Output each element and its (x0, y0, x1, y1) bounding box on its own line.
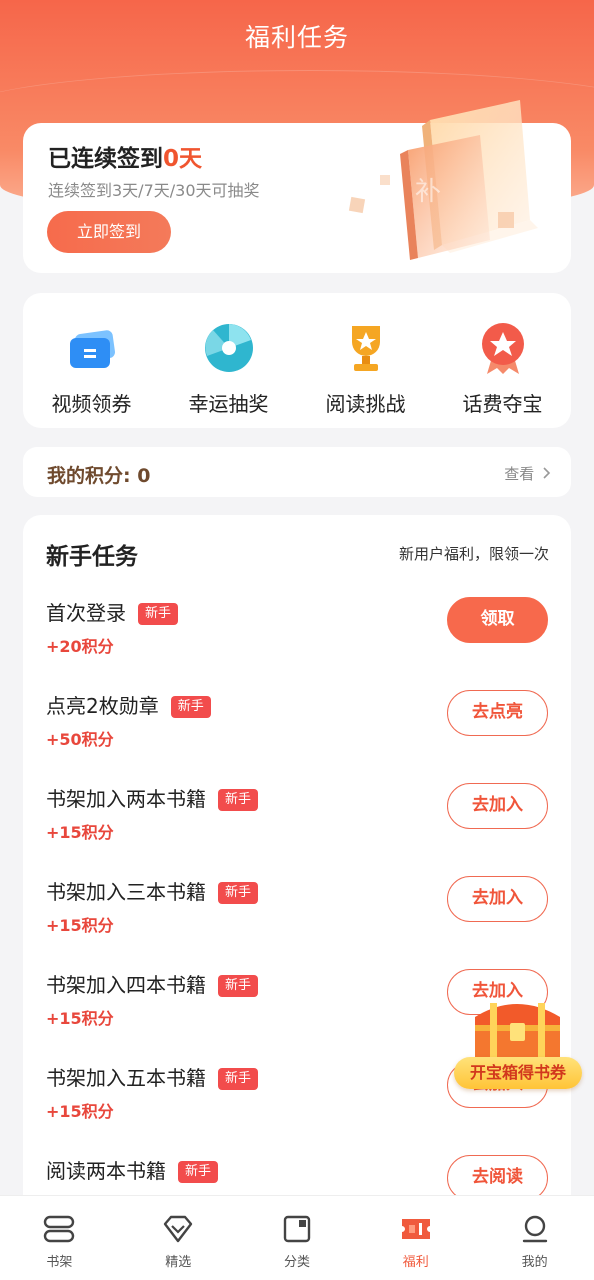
task-points: +50积分 (46, 730, 114, 749)
go-add-button[interactable]: 去加入 (447, 876, 548, 922)
points-card[interactable]: 我的积分: 0 查看 (23, 447, 571, 497)
task-points: +15积分 (46, 1102, 114, 1121)
points-view-label: 查看 (504, 465, 535, 483)
lottery-disc-icon (199, 318, 259, 378)
entry-label: 阅读挑战 (325, 392, 406, 416)
tab-label: 我的 (521, 1255, 548, 1270)
task-row: 书架加入两本书籍 新手 +15积分 去加入 (23, 783, 571, 873)
newbie-badge: 新手 (218, 882, 259, 904)
task-name: 首次登录 新手 (46, 597, 179, 626)
task-points: +20积分 (46, 637, 114, 656)
book-illustration: 补 (348, 100, 538, 260)
tasks-note: 新用户福利，限领一次 (398, 545, 549, 563)
welfare-ticket-icon (401, 1219, 430, 1239)
task-name: 书架加入五本书籍 新手 (46, 1062, 259, 1091)
entry-video-coupon[interactable]: 视频领券 (23, 318, 160, 417)
task-title: 书架加入三本书籍 (46, 880, 206, 904)
newbie-badge: 新手 (218, 789, 259, 811)
task-title: 书架加入五本书籍 (46, 1066, 206, 1090)
task-title: 阅读两本书籍 (46, 1159, 166, 1183)
chest-label: 开宝箱得书券 (454, 1057, 582, 1089)
entry-phone-credit-treasure[interactable]: 话费夺宝 (434, 318, 571, 417)
checkin-button[interactable]: 立即签到 (47, 211, 171, 253)
treasure-chest-widget[interactable]: 开宝箱得书券 (450, 995, 585, 1095)
tab-label: 书架 (46, 1255, 73, 1270)
entry-label: 幸运抽奖 (188, 392, 269, 416)
task-row: 点亮2枚勋章 新手 +50积分 去点亮 (23, 690, 571, 780)
checkin-subtitle: 连续签到3天/7天/30天可抽奖 (48, 181, 260, 200)
task-title: 书架加入两本书籍 (46, 787, 206, 811)
bottom-tab-bar: 书架 精选 分类 福利 我的 (0, 1195, 594, 1280)
tab-label: 精选 (165, 1255, 192, 1270)
task-name: 书架加入两本书籍 新手 (46, 783, 259, 812)
entry-label: 话费夺宝 (462, 392, 543, 416)
checkin-days: 0天 (163, 146, 203, 172)
task-title: 书架加入四本书籍 (46, 973, 206, 997)
entry-label: 视频领券 (51, 392, 132, 416)
newbie-badge: 新手 (178, 1161, 219, 1183)
newbie-badge: 新手 (138, 603, 179, 625)
tab-featured[interactable]: 精选 (119, 1196, 238, 1280)
trophy-icon (336, 318, 396, 378)
tab-bookshelf[interactable]: 书架 (0, 1196, 119, 1280)
task-name: 书架加入四本书籍 新手 (46, 969, 259, 998)
task-points: +15积分 (46, 823, 114, 842)
tasks-title: 新手任务 (46, 544, 138, 570)
tab-label: 分类 (283, 1255, 310, 1270)
checkin-title-prefix: 已连续签到 (48, 146, 163, 172)
points-view-link[interactable]: 查看 (504, 463, 551, 484)
task-name: 阅读两本书籍 新手 (46, 1155, 219, 1184)
book-char: 补 (415, 177, 441, 207)
bookshelf-icon (44, 1215, 75, 1243)
ticket-icon (62, 318, 122, 378)
tab-welfare[interactable]: 福利 (356, 1196, 475, 1280)
medal-icon (473, 318, 533, 378)
light-up-button[interactable]: 去点亮 (447, 690, 548, 736)
task-title: 首次登录 (46, 601, 126, 625)
profile-icon (522, 1215, 547, 1243)
entry-lucky-draw[interactable]: 幸运抽奖 (160, 318, 297, 417)
chevron-right-icon (543, 465, 551, 483)
task-row: 首次登录 新手 +20积分 领取 (23, 597, 571, 687)
task-name: 点亮2枚勋章 新手 (46, 690, 211, 719)
newbie-badge: 新手 (170, 696, 211, 718)
tab-label: 福利 (402, 1255, 429, 1270)
feature-entries: 视频领券 幸运抽奖 阅读挑战 话费夺宝 (23, 293, 571, 428)
newbie-tasks-card: 新手任务 新用户福利，限领一次 首次登录 新手 +20积分 领取 点亮2枚勋章 新手… (23, 515, 571, 1215)
tab-category[interactable]: 分类 (238, 1196, 357, 1280)
go-add-button[interactable]: 去加入 (447, 783, 548, 829)
task-name: 书架加入三本书籍 新手 (46, 876, 259, 905)
points-label: 我的积分: 0 (47, 465, 151, 487)
task-row: 书架加入三本书籍 新手 +15积分 去加入 (23, 876, 571, 966)
category-icon (283, 1215, 311, 1243)
tab-profile[interactable]: 我的 (475, 1196, 594, 1280)
claim-button[interactable]: 领取 (447, 597, 548, 643)
page-title: 福利任务 (244, 23, 349, 52)
task-title: 点亮2枚勋章 (46, 694, 159, 718)
task-points: +15积分 (46, 916, 114, 935)
task-points: +15积分 (46, 1009, 114, 1028)
diamond-icon (163, 1215, 193, 1243)
entry-reading-challenge[interactable]: 阅读挑战 (297, 318, 434, 417)
newbie-badge: 新手 (218, 1068, 259, 1090)
newbie-badge: 新手 (218, 975, 259, 997)
checkin-title: 已连续签到0天 (48, 139, 202, 173)
